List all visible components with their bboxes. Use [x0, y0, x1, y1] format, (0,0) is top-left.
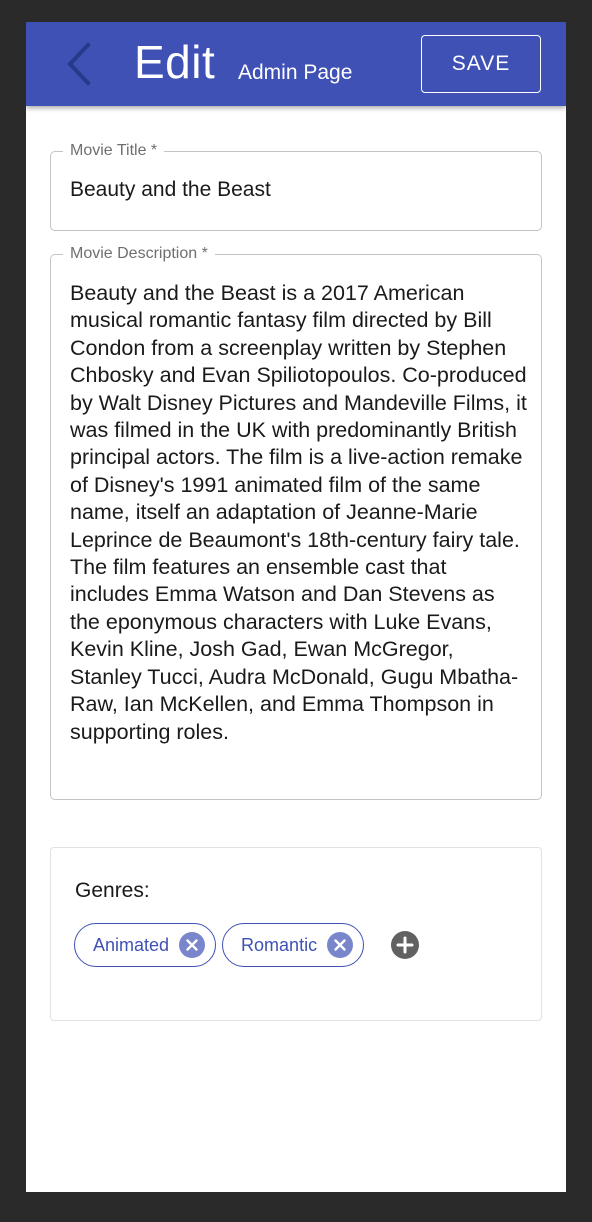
chevron-left-icon [67, 42, 91, 86]
movie-title-field[interactable]: Movie Title * Beauty and the Beast [50, 141, 542, 231]
movie-description-textarea[interactable]: Beauty and the Beast is a 2017 American … [70, 280, 530, 746]
movie-title-input[interactable]: Beauty and the Beast [70, 177, 271, 203]
movie-description-field[interactable]: Movie Description * Beauty and the Beast… [50, 244, 542, 800]
genre-chip-romantic[interactable]: Romantic [222, 923, 365, 967]
device-screen: Edit Admin Page SAVE Movie Title * Beaut… [26, 22, 566, 1192]
close-circle-icon[interactable] [327, 932, 354, 958]
close-circle-icon[interactable] [179, 932, 206, 958]
genres-card: Genres: Animated Romantic [50, 847, 542, 1021]
back-button[interactable] [56, 40, 104, 88]
add-circle-icon[interactable] [390, 930, 420, 960]
app-bar: Edit Admin Page SAVE [26, 22, 566, 106]
genre-chip-list: Animated Romantic [74, 923, 420, 967]
genre-chip-label: Animated [93, 934, 170, 955]
page-subtitle: Admin Page [238, 61, 353, 84]
movie-description-label: Movie Description * [63, 244, 215, 264]
genres-label: Genres: [75, 879, 150, 902]
page-title: Edit [134, 36, 216, 88]
genre-chip-animated[interactable]: Animated [74, 923, 217, 967]
save-button[interactable]: SAVE [421, 35, 541, 93]
movie-title-label: Movie Title * [63, 141, 165, 161]
genre-chip-label: Romantic [241, 934, 318, 955]
